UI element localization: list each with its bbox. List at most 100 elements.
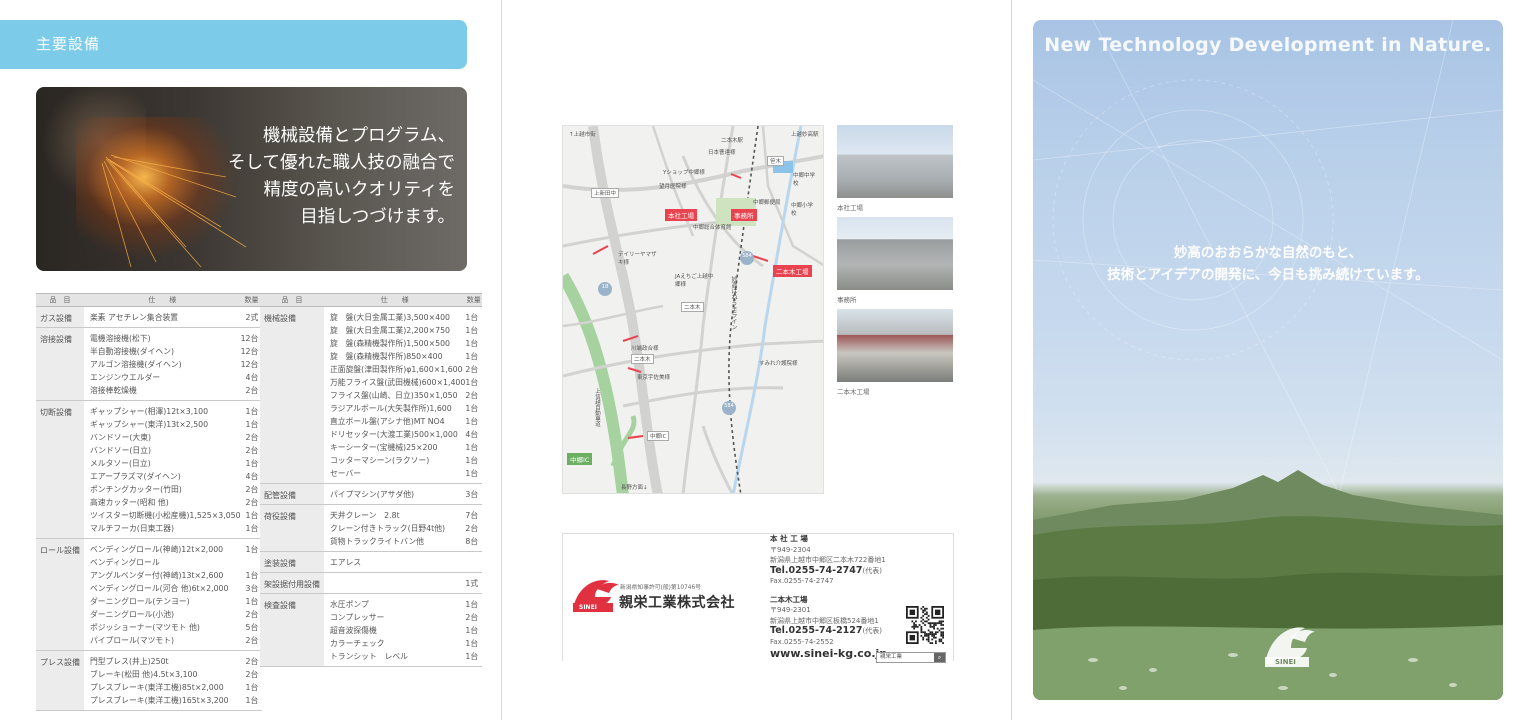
category-cell: 機械設備	[260, 306, 324, 484]
spec-line: トランシット レベル	[330, 652, 408, 661]
spec-line: コッターマシーン(ラクソー)	[330, 456, 430, 465]
map-label: 上越妙高駅	[791, 132, 819, 138]
company-name: 親栄工業株式会社	[619, 595, 735, 611]
hero-line: 目指しつづけます。	[300, 207, 455, 227]
hq-fax: Fax.0255-74-2747	[770, 577, 834, 585]
map-label: JAえちご上越中郷様	[675, 274, 714, 288]
spec-line: 天井クレーン 2.8t	[330, 511, 400, 520]
map-label: 中郷郵便局	[753, 200, 781, 206]
cover-logo-text: SINEI	[1275, 658, 1296, 666]
qty-line: 2台	[465, 524, 479, 533]
qty-cell: 1台 2台 1台 1台 1台	[465, 593, 483, 667]
hq-zip: 〒949-2304	[770, 545, 811, 554]
spec-line: プレスブレーキ(東洋工機)85t×2,000	[90, 683, 224, 692]
factory-tel-note: (代表)	[862, 627, 882, 635]
map-label: Yショップ中郷様	[663, 170, 705, 176]
spec-line: 旋 盤(大日金属工業)2,200×750	[330, 326, 450, 335]
category-cell: 検査設備	[260, 593, 324, 667]
category-cell: 溶接設備	[36, 327, 84, 401]
category-cell: ガス設備	[36, 306, 84, 328]
factory-tel[interactable]: Tel.0255-74-2127	[770, 625, 863, 636]
map-label: ↑上越市街	[569, 132, 596, 138]
access-panel: 18 584 584 ↑上越市街 上越妙高駅 二本木駅 日本曹達様 Yショップ中…	[503, 0, 1012, 720]
category-cell: 切断設備	[36, 400, 84, 539]
qr-code[interactable]	[906, 606, 944, 644]
col-header-spec: 仕 様	[84, 293, 241, 307]
spec-line: ドリセッター(大渡工業)500×1,000	[330, 430, 458, 439]
qty-line: 1台	[465, 404, 479, 413]
qty-cell: 1式	[465, 572, 483, 594]
category-cell: ロール設備	[36, 538, 84, 651]
access-map: 18 584 584 ↑上越市街 上越妙高駅 二本木駅 日本曹達様 Yショップ中…	[562, 125, 824, 494]
spec-line: 万能フライス盤(武田機械)600×1,400	[330, 378, 466, 387]
factory-zip: 〒949-2301	[770, 606, 811, 614]
spec-line: ダーニングロール(テンヨー)	[90, 597, 190, 606]
hero-text: 機械設備とプログラム、 そして優れた職人技の融合で 精度の高いクオリティを 目指…	[228, 123, 455, 231]
website-url[interactable]: www.sinei-kg.co.jp	[770, 648, 887, 660]
logo-text: SINEI	[579, 604, 597, 611]
factory-fax: Fax.0255-74-2552	[770, 637, 834, 646]
qty-line: 2台	[245, 670, 259, 679]
spec-line: 旋 盤(森精機製作所)1,500×500	[330, 339, 450, 348]
hq-tel[interactable]: Tel.0255-74-2747	[770, 565, 863, 576]
spec-line: ポンチングカッター(竹田)	[90, 485, 182, 494]
qty-line: 2台	[465, 365, 479, 374]
qty-line	[465, 556, 482, 569]
spec-line: バンドソー(日立)	[90, 446, 152, 455]
spec-line: ベンディングロール(河合 他)6t×2,000	[90, 584, 229, 593]
spec-line: ギャップシャー(相澤)12t×3,100	[90, 407, 209, 416]
spec-line: ベンディングロール(神崎)12t×2,000	[90, 545, 224, 554]
route-18-label: 18	[601, 284, 609, 290]
qty-line: 3台	[465, 490, 479, 499]
qty-line: 8台	[465, 537, 479, 546]
search-text: 親栄工業	[880, 654, 903, 660]
spec-line: 正面旋盤(津田製作所)φ1,600×1,600	[330, 365, 463, 374]
qty-line: 1台	[465, 378, 479, 387]
cover-text: 妙高のおおらかな自然のもと、 技術とアイデアの開発に、今日も挑み続けています。	[1033, 242, 1503, 286]
qty-line: 7台	[465, 511, 479, 520]
search-box[interactable]: 親栄工業 ⌕	[876, 652, 946, 663]
map-label: すみれ介護院様	[759, 361, 798, 367]
search-icon[interactable]: ⌕	[934, 653, 945, 662]
photo-caption: 本社工場	[837, 204, 863, 212]
spec-line: アングルベンダー付(神崎)13t×2,600	[90, 571, 224, 580]
qty-line: 1台	[465, 352, 479, 361]
spec-line: コンプレッサー	[330, 613, 385, 622]
spec-line: バンドソー(大東)	[90, 433, 152, 442]
table-row: 検査設備 水圧ポンプ コンプレッサー 超音波探傷機 カラーチェック トランシット レベル 1…	[260, 593, 483, 667]
category-cell: プレス設備	[36, 650, 84, 711]
spec-line: 超音波探傷機	[330, 626, 377, 635]
nihongi-factory-photo	[837, 309, 953, 382]
qty-line: 1台	[465, 639, 479, 648]
spec-cell: エアレス	[324, 551, 466, 573]
spec-line: ポジッショーナー(マツモト 他)	[90, 623, 200, 632]
category-cell: 配管設備	[260, 483, 324, 505]
hq-heading: 本 社 工 場	[770, 534, 808, 543]
route-584-label: 584	[742, 253, 752, 259]
equipment-panel: 主要設備 機械設備とプログラム、 そして優れた職人技の融合で 精度の高いクオリテ…	[0, 0, 502, 720]
section-header: 主要設備	[0, 20, 467, 69]
qty-line: 1台	[465, 313, 479, 322]
spec-line: クレーン付きトラック(日野4t他)	[330, 524, 446, 533]
equipment-table-right: 品 目 仕 様 数量 機械設備旋 盤(大日金属工業)3,500×400 旋 盤(大…	[260, 293, 483, 667]
map-label: 上新田中	[591, 188, 620, 198]
map-label: 川端政合様	[631, 346, 659, 352]
table-row: 機械設備旋 盤(大日金属工業)3,500×400 旋 盤(大日金属工業)2,200…	[260, 306, 483, 484]
table-row: 架設据付用設備 1式	[260, 572, 483, 594]
map-label: 長野方面↓	[621, 485, 648, 491]
spec-line: ギャップシャー(東洋)13t×2,500	[90, 420, 209, 429]
ic-marker: 中郷IC	[567, 453, 593, 465]
map-label: 中郷総合体育館	[693, 225, 732, 231]
table-row: 切断設備 ギャップシャー(相澤)12t×3,100 ギャップシャー(東洋)13t×2…	[36, 400, 263, 539]
map-label: 二本木駅	[721, 138, 744, 144]
spec-line: 貨物トラックライトバン他	[330, 537, 424, 546]
spec-line: 半自動溶接機(ダイヘン)	[90, 347, 175, 356]
col-header-spec: 仕 様	[324, 293, 466, 307]
spec-line: キーシーター(宝機械)25×200	[330, 443, 438, 452]
qty-cell: 3台	[465, 483, 483, 505]
spec-cell: 水圧ポンプ コンプレッサー 超音波探傷機 カラーチェック トランシット レベル	[324, 593, 466, 667]
qty-line: 1台	[465, 339, 479, 348]
spec-line: パイプマシン(アサダ他)	[330, 490, 415, 499]
spec-line: 直立ボール盤(アシナ他)MT NO4	[330, 417, 445, 426]
cover-line: 妙高のおおらかな自然のもと、	[1173, 245, 1363, 261]
